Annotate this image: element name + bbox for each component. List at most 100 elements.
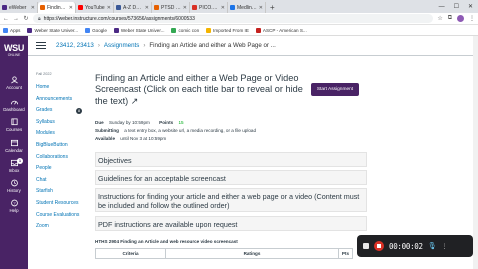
forward-icon[interactable]: → <box>13 16 19 22</box>
bookmark-item[interactable]: Imported From IE <box>206 27 249 33</box>
browser-tab[interactable]: PTSD patients✕ <box>152 2 190 13</box>
rubric-table: Criteria Ratings Pts <box>95 248 353 259</box>
section-title: Guidelines for an acceptable screencast <box>98 174 226 183</box>
microphone-icon[interactable]: 🎙︎ <box>428 242 437 250</box>
maximize-icon[interactable]: ☐ <box>454 3 459 10</box>
tab-label: MedlinePlus <box>237 4 257 11</box>
browser-tab[interactable]: eWeber ✕ <box>0 2 38 13</box>
bookmark-icon <box>113 27 119 33</box>
global-nav-history[interactable]: History <box>0 179 28 193</box>
course-nav-people[interactable]: People <box>36 165 52 171</box>
course-nav-syllabus[interactable]: Syllabus <box>36 119 55 125</box>
global-nav-courses[interactable]: Courses <box>0 118 28 132</box>
new-tab-button[interactable]: + <box>266 2 279 13</box>
tab-close-icon[interactable]: ✕ <box>107 5 111 11</box>
global-nav-label: Account <box>6 85 22 90</box>
global-nav-account[interactable]: Account <box>0 76 28 90</box>
breadcrumb-current: Finding an Article and either a Web Page… <box>149 42 276 49</box>
browser-tab[interactable]: PICO.pdf ✕ <box>190 2 228 13</box>
bookmark-item[interactable]: ASCP - American S... <box>255 27 307 33</box>
breadcrumb-separator-icon: › <box>143 42 146 49</box>
rubric-header-criteria: Criteria <box>95 248 166 259</box>
course-menu-toggle-icon[interactable] <box>36 40 46 51</box>
window-controls: — ☐ ✕ <box>439 0 478 13</box>
global-nav-dashboard[interactable]: Dashboard <box>0 98 28 112</box>
tab-favicon-icon <box>230 5 235 10</box>
breadcrumb: 23412, 23413 › Assignments › Finding an … <box>28 36 478 56</box>
bookmark-icon <box>27 27 33 33</box>
tab-favicon-icon <box>192 5 197 10</box>
close-window-icon[interactable]: ✕ <box>468 3 473 10</box>
bookmark-icon <box>171 27 177 33</box>
reload-icon[interactable]: ↻ <box>23 15 29 22</box>
recorder-menu-icon[interactable]: ⋮ <box>442 243 448 250</box>
url-field[interactable]: 🔒︎ https://weber.instructure.com/courses… <box>33 14 434 23</box>
breadcrumb-course[interactable]: 23412, 23413 <box>56 42 94 49</box>
user-icon <box>10 76 18 84</box>
browser-tab[interactable]: Finding an Artic✕ <box>38 2 76 13</box>
bookmark-item[interactable]: Weber State Univer... <box>113 27 164 33</box>
breadcrumb-assignments[interactable]: Assignments <box>104 42 139 49</box>
tab-close-icon[interactable]: ✕ <box>259 5 263 11</box>
tab-close-icon[interactable]: ✕ <box>145 5 149 11</box>
bookmark-item[interactable]: Google <box>85 27 107 33</box>
global-nav-label: History <box>7 188 21 193</box>
wsu-logo-subtitle: ONLINE <box>7 53 21 57</box>
global-nav-inbox[interactable]: 1 Inbox <box>0 158 28 173</box>
star-icon[interactable]: ☆ <box>437 15 442 22</box>
tab-label: A-Z Database <box>123 4 143 11</box>
browser-tab[interactable]: MedlinePlus✕ <box>228 2 266 13</box>
menu-icon[interactable]: ⋮ <box>469 15 475 22</box>
course-nav-collaborations[interactable]: Collaborations <box>36 154 68 160</box>
course-nav-grades[interactable]: Grades <box>36 107 52 113</box>
section-instructions[interactable]: Instructions for finding your article an… <box>95 188 367 212</box>
url-text: https://weber.instructure.com/courses/57… <box>43 15 195 22</box>
tab-close-icon[interactable]: ✕ <box>69 5 73 11</box>
tab-label: eWeber <box>9 4 27 11</box>
course-nav-zoom[interactable]: Zoom <box>36 223 49 229</box>
tab-label: PICO.pdf <box>199 4 219 11</box>
minimize-icon[interactable]: — <box>439 4 445 10</box>
points-label: Points <box>159 120 174 125</box>
browser-tab[interactable]: YouTube ✕ <box>76 2 114 13</box>
tab-close-icon[interactable]: ✕ <box>183 5 187 11</box>
global-nav-help[interactable]: ? Help <box>0 199 28 213</box>
course-nav-chat[interactable]: Chat <box>36 177 47 183</box>
stop-recording-icon[interactable] <box>363 243 369 249</box>
tab-favicon-icon <box>154 5 159 10</box>
course-nav-starfish[interactable]: Starfish <box>36 188 53 194</box>
recording-timer: 00:00:02 <box>389 241 423 251</box>
bookmark-item[interactable]: comic con <box>171 27 199 33</box>
tab-favicon-icon <box>78 5 83 10</box>
available-label: Available <box>95 136 116 141</box>
global-nav-label: Dashboard <box>3 107 25 112</box>
extensions-icon[interactable]: ⧉ <box>448 15 452 22</box>
browser-tab[interactable]: A-Z Database✕ <box>114 2 152 13</box>
tab-close-icon[interactable]: ✕ <box>31 5 35 11</box>
course-nav-course-evaluations[interactable]: Course Evaluations <box>36 212 79 218</box>
start-assignment-button[interactable]: Start Assignment <box>311 83 359 96</box>
global-nav-calendar[interactable]: Calendar <box>0 139 28 153</box>
course-nav-bigbluebutton[interactable]: BigBlueButton <box>36 142 68 148</box>
course-nav-home[interactable]: Home <box>36 84 49 90</box>
bookmark-label: Imported From IE <box>213 27 249 33</box>
due-value: Sunday by 10:59pm <box>108 120 150 125</box>
section-pdf-instructions[interactable]: PDF instructions are available upon requ… <box>95 216 367 231</box>
course-nav-student-resources[interactable]: Student Resources <box>36 200 79 206</box>
course-nav-modules[interactable]: Modules <box>36 130 55 136</box>
course-nav-announcements[interactable]: Announcements <box>36 96 72 102</box>
back-icon[interactable]: ← <box>3 16 9 22</box>
section-title: Instructions for finding your article an… <box>98 192 360 210</box>
profile-avatar[interactable] <box>457 15 464 22</box>
due-label: Due <box>95 120 104 125</box>
page-scrollbar[interactable] <box>473 36 478 269</box>
wsu-logo[interactable]: WSU <box>0 43 28 53</box>
assignment-title: Finding an Article and either a Web Page… <box>95 73 305 107</box>
pause-recording-icon[interactable] <box>374 241 384 251</box>
section-objectives[interactable]: Objectives <box>95 152 367 167</box>
bookmark-item[interactable]: Apps <box>3 27 20 33</box>
tab-close-icon[interactable]: ✕ <box>221 5 225 11</box>
tab-label: PTSD patients <box>161 4 181 11</box>
bookmark-item[interactable]: Weber State Univer... <box>27 27 78 33</box>
section-guidelines[interactable]: Guidelines for an acceptable screencast <box>95 170 367 185</box>
